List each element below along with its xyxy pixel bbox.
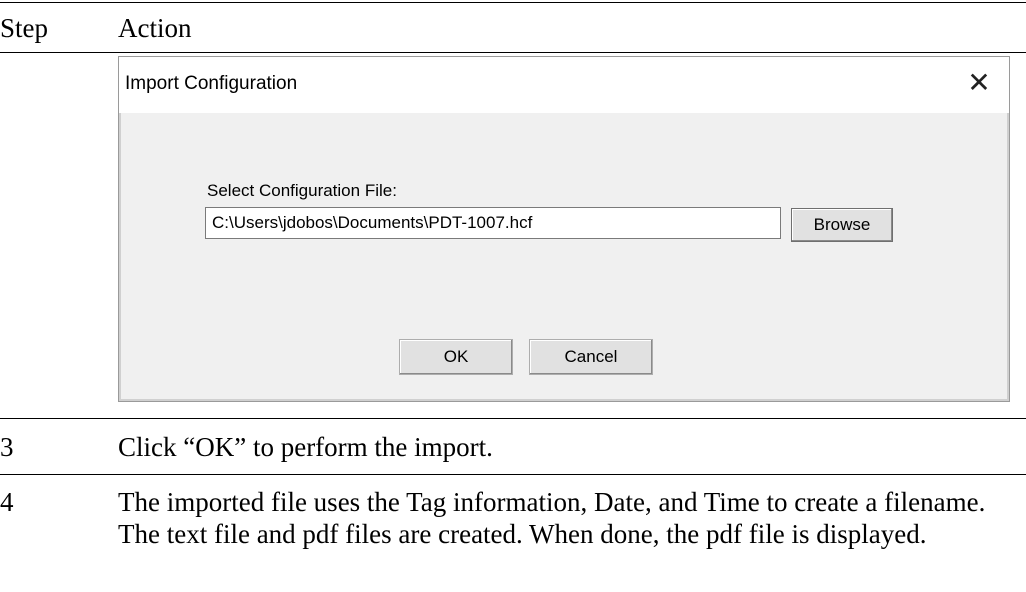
- header-rule: [0, 52, 1026, 53]
- step-number: 3: [0, 432, 14, 462]
- browse-button[interactable]: Browse: [791, 208, 893, 242]
- table-top-rule: [0, 2, 1026, 3]
- row-rule: [0, 474, 1026, 475]
- close-icon[interactable]: ✕: [965, 67, 993, 99]
- column-header-step: Step: [0, 13, 49, 43]
- ok-button[interactable]: OK: [399, 339, 513, 375]
- step-number: 4: [0, 487, 14, 517]
- column-header-action: Action: [118, 13, 192, 43]
- select-file-label: Select Configuration File:: [207, 181, 397, 200]
- step-action-text: Click “OK” to perform the import.: [118, 432, 493, 462]
- dialog-titlebar: Import Configuration ✕: [119, 57, 1009, 113]
- step-action-text: The imported file uses the Tag informati…: [118, 487, 986, 549]
- row-rule: [0, 418, 1026, 419]
- dialog-title: Import Configuration: [125, 73, 298, 94]
- file-path-input[interactable]: [205, 207, 781, 239]
- import-configuration-dialog: Import Configuration ✕ Select Configurat…: [118, 56, 1010, 402]
- cancel-button[interactable]: Cancel: [529, 339, 653, 375]
